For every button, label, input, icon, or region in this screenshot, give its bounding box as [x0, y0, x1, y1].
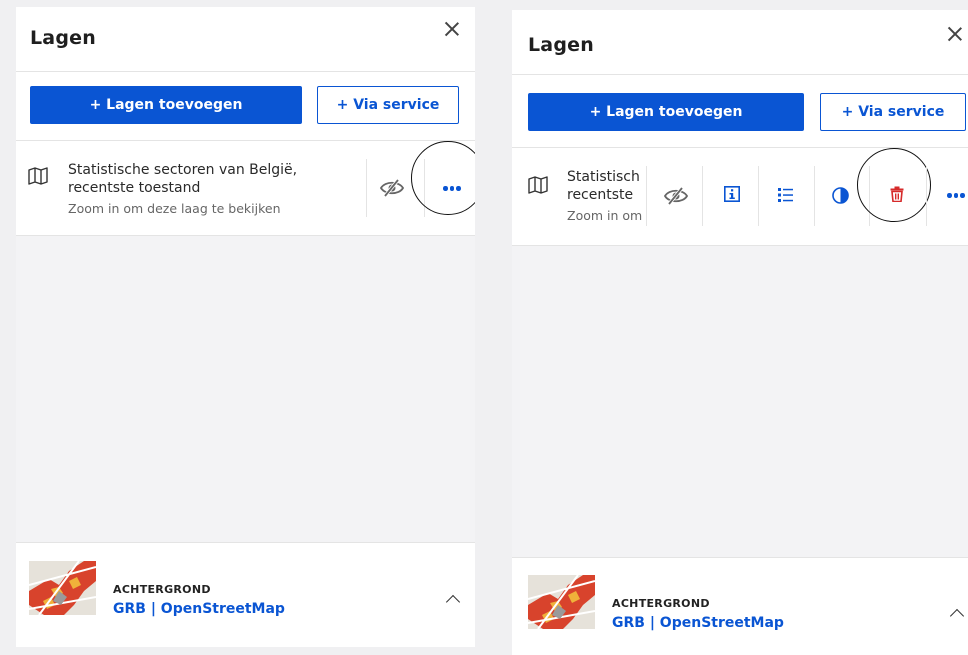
layer-title-line2: recentste — [567, 187, 634, 203]
panel-header: Lagen — [512, 10, 968, 75]
layer-title-line1: Statistische sectoren van België, — [68, 162, 298, 178]
layer-title-line1: Statistisch — [567, 169, 640, 185]
divider — [758, 166, 759, 226]
background-value[interactable]: GRB | OpenStreetMap — [113, 601, 285, 617]
map-thumbnail-image — [528, 575, 595, 629]
eye-slash-icon[interactable] — [663, 187, 689, 205]
divider — [814, 166, 815, 226]
layer-title-line2: recentste toestand — [68, 180, 201, 196]
add-layers-button[interactable]: + Lagen toevoegen — [30, 86, 302, 124]
legend-icon[interactable] — [778, 188, 794, 202]
close-icon[interactable] — [442, 19, 462, 39]
layer-subtitle: Zoom in om deze laag te bekijken — [68, 201, 281, 216]
info-icon[interactable] — [724, 186, 740, 202]
add-layers-button[interactable]: + Lagen toevoegen — [528, 93, 804, 131]
more-icon[interactable] — [947, 193, 965, 198]
layer-subtitle: Zoom in om — [567, 208, 643, 223]
layers-panel-right: Lagen + Lagen toevoegen + Via service St… — [512, 10, 968, 655]
background-thumbnail — [29, 561, 96, 615]
contrast-icon[interactable] — [832, 187, 849, 204]
panel-title: Lagen — [30, 27, 96, 49]
map-thumbnail-image — [29, 561, 96, 615]
layers-empty-area — [16, 236, 475, 542]
layer-row[interactable]: Statistisch recentste Zoom in om — [512, 148, 968, 245]
background-label: ACHTERGROND — [612, 597, 710, 610]
layer-row[interactable]: Statistische sectoren van België, recent… — [16, 141, 475, 235]
divider — [646, 166, 647, 226]
background-section[interactable]: ACHTERGROND GRB | OpenStreetMap — [16, 542, 475, 647]
divider — [702, 166, 703, 226]
panel-header: Lagen — [16, 7, 475, 72]
background-section[interactable]: ACHTERGROND GRB | OpenStreetMap — [512, 557, 968, 655]
background-label: ACHTERGROND — [113, 583, 211, 596]
layers-panel-left: Lagen + Lagen toevoegen + Via service St… — [16, 7, 475, 647]
chevron-up-icon[interactable] — [445, 594, 461, 610]
map-icon — [528, 176, 548, 194]
highlight-circle — [857, 148, 931, 222]
via-service-button[interactable]: + Via service — [317, 86, 459, 124]
eye-slash-icon[interactable] — [379, 179, 405, 197]
background-value[interactable]: GRB | OpenStreetMap — [612, 615, 784, 631]
background-thumbnail — [528, 575, 595, 629]
divider — [366, 159, 367, 217]
layers-empty-area — [512, 246, 968, 557]
via-service-button[interactable]: + Via service — [820, 93, 966, 131]
close-icon[interactable] — [945, 24, 965, 44]
panel-title: Lagen — [528, 34, 594, 56]
highlight-circle — [411, 141, 475, 215]
chevron-up-icon[interactable] — [949, 608, 965, 624]
map-icon — [28, 167, 48, 185]
divider — [926, 166, 927, 226]
